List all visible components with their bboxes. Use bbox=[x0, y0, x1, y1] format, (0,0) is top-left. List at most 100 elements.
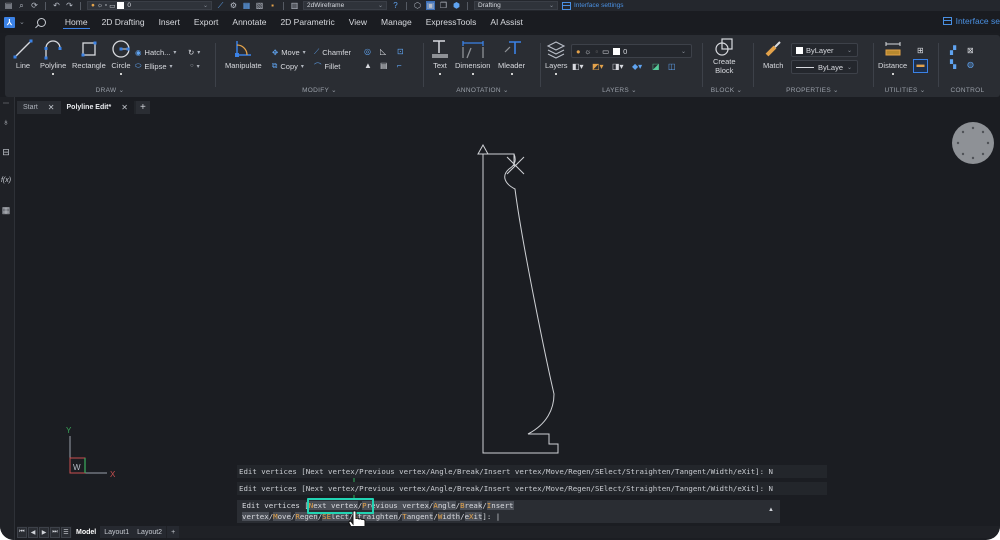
mleader-button[interactable]: Mleader bbox=[498, 37, 525, 75]
control-3d-icon[interactable]: ◍ bbox=[967, 60, 974, 69]
text-button[interactable]: Text bbox=[429, 37, 451, 75]
tab-2d-drafting[interactable]: 2D Drafting bbox=[95, 11, 152, 33]
tips-bulb-icon[interactable]: ♁ bbox=[0, 117, 12, 127]
layout-tab[interactable]: Model bbox=[72, 526, 101, 538]
linetype-combo[interactable]: ByLaye ⌄ bbox=[791, 60, 858, 74]
fillet-button[interactable]: ⌒ Fillet bbox=[314, 61, 340, 71]
layer-previous-icon[interactable]: ◫ bbox=[668, 62, 676, 71]
tab-manage[interactable]: Manage bbox=[374, 11, 419, 33]
layer-dropdown[interactable]: ● ☼ ▫ ▭ 0 ⌄ bbox=[87, 1, 212, 10]
stretch-icon[interactable]: ⊡ bbox=[397, 47, 404, 56]
point-button[interactable]: ○ ▾ bbox=[190, 61, 200, 71]
layers-panel-label[interactable]: LAYERS ⌄ bbox=[542, 86, 697, 94]
manipulate-button[interactable]: Manipulate bbox=[225, 37, 262, 70]
layer-state-icon[interactable]: ▪ bbox=[268, 1, 277, 10]
interface-settings-link[interactable]: Interface settings bbox=[562, 1, 624, 10]
first-layout-button[interactable]: ⏮ bbox=[17, 526, 27, 538]
tab-export[interactable]: Export bbox=[187, 11, 226, 33]
app-menu-button[interactable]: ⅄ bbox=[4, 16, 15, 28]
control-grid-icon[interactable]: ▞ bbox=[950, 46, 956, 55]
id-point-icon[interactable]: ⊞ bbox=[917, 46, 924, 55]
utilities-panel-label[interactable]: UTILITIES ⌄ bbox=[875, 86, 935, 94]
navigation-wheel[interactable] bbox=[952, 122, 994, 164]
new-tab-button[interactable]: + bbox=[135, 101, 150, 114]
rotate-icon[interactable]: ◎ bbox=[364, 47, 371, 56]
rectangle-button[interactable]: Rectangle bbox=[72, 37, 106, 70]
viewport-icon[interactable]: ▥ bbox=[290, 1, 299, 10]
dropdown-dot[interactable] bbox=[120, 73, 122, 75]
color-combo[interactable]: ByLayer ⌄ bbox=[791, 43, 858, 57]
command-option[interactable]: Angle bbox=[433, 501, 456, 510]
layer-freeze-icon[interactable]: ◨▾ bbox=[612, 62, 624, 71]
tab-expresstools[interactable]: ExpressTools bbox=[419, 11, 484, 33]
dropdown-dot[interactable] bbox=[52, 73, 55, 75]
line-button[interactable]: Line bbox=[12, 37, 34, 70]
structure-icon[interactable]: ⊟ bbox=[0, 147, 12, 158]
dropdown-dot[interactable] bbox=[510, 73, 513, 75]
copy-button[interactable]: ⧉ Copy ▾ bbox=[272, 61, 304, 71]
offset-icon[interactable]: ⌐ bbox=[397, 61, 402, 70]
command-option[interactable]: Move bbox=[273, 511, 291, 521]
layer-tool-icon[interactable]: ▦ bbox=[242, 1, 251, 10]
last-layout-button[interactable]: ⏭ bbox=[50, 526, 60, 538]
command-option[interactable]: Insert bbox=[486, 501, 514, 510]
new-file-icon[interactable]: ▤ bbox=[4, 1, 13, 10]
chamfer-button[interactable]: ⟋ Chamfer bbox=[314, 47, 351, 57]
tab-ai-assist[interactable]: AI Assist bbox=[483, 11, 530, 33]
layer-combo[interactable]: ● ☼ ▫ ▭ 0 ⌄ bbox=[571, 44, 692, 58]
layer-lock-icon[interactable]: ◩▾ bbox=[592, 62, 604, 71]
history-toggle-arrow[interactable]: ▲ bbox=[768, 507, 774, 513]
dimension-button[interactable]: Dimension bbox=[455, 37, 490, 75]
open-file-icon[interactable]: ⌕ bbox=[17, 1, 26, 10]
distance-button[interactable]: Distance bbox=[878, 37, 907, 75]
annotation-panel-label[interactable]: ANNOTATION ⌄ bbox=[425, 86, 540, 94]
box-icon[interactable]: ⬢ bbox=[452, 1, 461, 10]
document-tab[interactable]: Polyline Edit* ✕ bbox=[60, 101, 134, 114]
tab-home[interactable]: Home bbox=[58, 11, 95, 33]
parameters-icon[interactable]: f(x) bbox=[0, 177, 12, 184]
draw-panel-label[interactable]: DRAW ⌄ bbox=[5, 86, 215, 94]
redo-icon[interactable]: ↷ bbox=[65, 1, 74, 10]
hatch-button[interactable]: ◉ Hatch... ▾ bbox=[135, 47, 176, 57]
dropdown-dot[interactable] bbox=[439, 73, 441, 75]
layer-on-icon[interactable]: ◪ bbox=[652, 62, 660, 71]
tool-icon[interactable]: ⚙ bbox=[229, 1, 238, 10]
create-block-button[interactable]: Create Block bbox=[713, 37, 736, 75]
layout-list-button[interactable]: ☰ bbox=[61, 526, 71, 538]
mirror-icon[interactable]: ▲ bbox=[364, 61, 372, 70]
help-icon[interactable]: ? bbox=[391, 1, 400, 10]
dropdown-dot[interactable] bbox=[891, 73, 894, 75]
next-layout-button[interactable]: ▶ bbox=[39, 526, 49, 538]
prev-layout-button[interactable]: ◀ bbox=[28, 526, 38, 538]
quick-measure-icon[interactable]: ▬ bbox=[913, 59, 928, 73]
cube-icon[interactable]: ⬡ bbox=[413, 1, 422, 10]
command-option[interactable]: Tangent bbox=[402, 511, 434, 521]
ellipse-button[interactable]: ⬭ Ellipse ▾ bbox=[135, 61, 173, 71]
layer-walk-icon[interactable]: ◆▾ bbox=[632, 62, 642, 71]
command-option[interactable]: eXit bbox=[464, 511, 483, 521]
add-layout-button[interactable]: + bbox=[167, 526, 180, 538]
pick-icon[interactable]: ⟋ bbox=[216, 1, 225, 10]
array-icon[interactable]: ▤ bbox=[380, 61, 388, 70]
undo-icon[interactable]: ↶ bbox=[52, 1, 61, 10]
revcloud-button[interactable]: ↻ ▾ bbox=[188, 47, 200, 57]
circle-button[interactable]: Circle bbox=[110, 37, 132, 75]
search-icon[interactable] bbox=[36, 17, 46, 27]
interface-settings-button[interactable]: Interface se bbox=[942, 16, 1000, 26]
copy-view-icon[interactable]: ❐ bbox=[439, 1, 448, 10]
dropdown-dot[interactable] bbox=[471, 73, 474, 75]
tab-2d-parametric[interactable]: 2D Parametric bbox=[273, 11, 341, 33]
control-select-icon[interactable]: ⊠ bbox=[967, 46, 974, 55]
modify-panel-label[interactable]: MODIFY ⌄ bbox=[217, 86, 422, 94]
properties-panel-label[interactable]: PROPERTIES ⌄ bbox=[755, 86, 870, 94]
document-tab[interactable]: Start ✕ bbox=[17, 101, 61, 114]
layer-match-icon[interactable]: ◧▾ bbox=[572, 62, 584, 71]
tab-annotate[interactable]: Annotate bbox=[225, 11, 273, 33]
drawing-viewport[interactable]: Y X W bbox=[17, 114, 1000, 524]
layout-tab[interactable]: Layout2 bbox=[133, 526, 167, 538]
block-panel-label[interactable]: BLOCK ⌄ bbox=[704, 86, 749, 94]
scale-icon[interactable]: ◺ bbox=[380, 47, 386, 56]
move-button[interactable]: ✥ Move ▾ bbox=[272, 47, 306, 57]
command-option[interactable]: vertex bbox=[242, 511, 269, 521]
table-icon[interactable]: ▦ bbox=[0, 205, 12, 216]
